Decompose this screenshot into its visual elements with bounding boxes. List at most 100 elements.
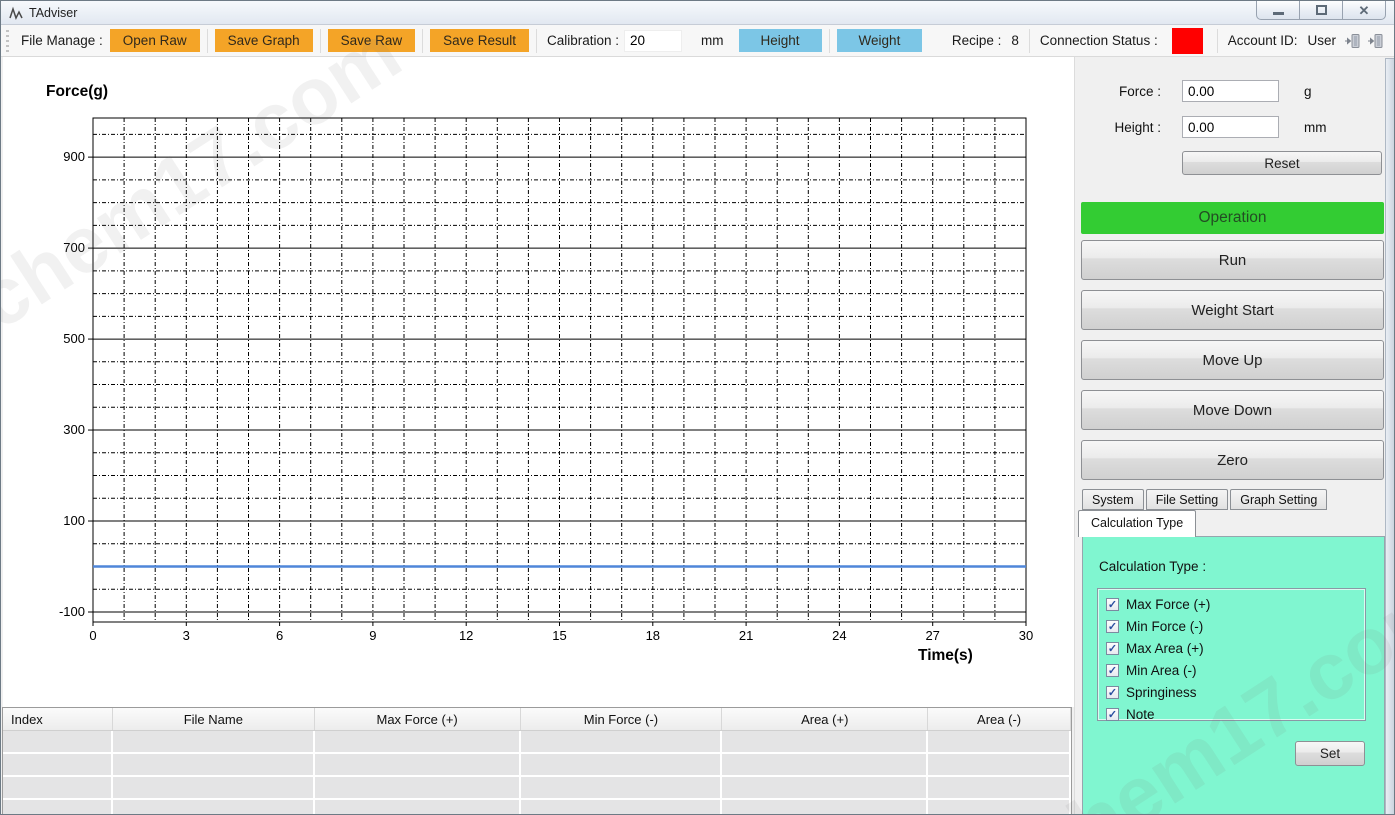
- close-icon: ✕: [1359, 4, 1370, 17]
- svg-text:6: 6: [276, 628, 283, 643]
- results-table: IndexFile NameMax Force (+)Min Force (-)…: [2, 707, 1072, 815]
- checkbox-label: Max Area (+): [1126, 641, 1204, 656]
- calc-option-min-force[interactable]: ✓ Min Force (-): [1106, 615, 1365, 637]
- table-cell: [3, 800, 113, 815]
- svg-text:300: 300: [63, 422, 85, 437]
- table-cell: [928, 731, 1071, 752]
- toolbar-button-save-graph[interactable]: Save Graph: [215, 29, 313, 52]
- svg-text:3: 3: [183, 628, 190, 643]
- calculation-type-label: Calculation Type :: [1099, 559, 1206, 574]
- checkbox-label: Max Force (+): [1126, 597, 1210, 612]
- column-header-area: Area (+): [722, 708, 928, 730]
- svg-text:27: 27: [925, 628, 939, 643]
- toolbar-separator: [1217, 29, 1218, 53]
- calc-option-max-area[interactable]: ✓ Max Area (+): [1106, 637, 1365, 659]
- calc-option-min-area[interactable]: ✓ Min Area (-): [1106, 659, 1365, 681]
- checkbox-springiness[interactable]: ✓: [1106, 686, 1119, 699]
- table-cell: [722, 777, 928, 798]
- calc-option-springiness[interactable]: ✓Springiness: [1106, 681, 1365, 703]
- table-cell: [722, 754, 928, 775]
- calibration-label: Calibration :: [547, 33, 619, 48]
- calculation-options-list: ✓ Max Force (+) ✓ Min Force (-) ✓ Max Area (+…: [1097, 588, 1366, 721]
- app-window: TAdviser ✕ File Manage : Open RawSave Gr…: [0, 0, 1395, 815]
- table-row: [3, 800, 1071, 815]
- table-cell: [3, 731, 113, 752]
- svg-text:700: 700: [63, 240, 85, 255]
- toolbar-orange-buttons: Open Raw Save Graph Save Raw Save Result: [108, 29, 531, 53]
- toolbar-button-save-result[interactable]: Save Result: [430, 29, 529, 52]
- titlebar: TAdviser ✕: [1, 1, 1394, 25]
- toolbar-blue-buttons: Height Weight: [737, 29, 925, 53]
- window-title: TAdviser: [29, 6, 77, 20]
- toolbar-separator: [829, 29, 830, 53]
- table-cell: [722, 731, 928, 752]
- svg-text:0: 0: [89, 628, 96, 643]
- svg-text:24: 24: [832, 628, 846, 643]
- table-cell: [315, 800, 521, 815]
- table-cell: [113, 731, 315, 752]
- maximize-button[interactable]: [1299, 1, 1343, 20]
- toolbar-grip-icon: [6, 30, 9, 52]
- table-cell: [113, 800, 315, 815]
- toolbar-separator: [422, 29, 423, 53]
- right-scrollbar[interactable]: [1385, 58, 1395, 815]
- svg-text:18: 18: [646, 628, 660, 643]
- calc-option-note[interactable]: ✓Note: [1106, 703, 1365, 725]
- weight-start-button[interactable]: Weight Start: [1081, 290, 1384, 330]
- svg-text:30: 30: [1019, 628, 1033, 643]
- toolbar-button-open-raw[interactable]: Open Raw: [110, 29, 200, 52]
- tab-calculation-type[interactable]: Calculation Type: [1078, 510, 1196, 537]
- height-unit: mm: [1304, 120, 1327, 135]
- connection-status-indicator: [1172, 28, 1203, 54]
- toolbar-separator: [320, 29, 321, 53]
- table-cell: [521, 777, 723, 798]
- recipe-label: Recipe :: [952, 33, 1002, 48]
- calibration-input[interactable]: [624, 30, 682, 52]
- tab-file-setting[interactable]: File Setting: [1146, 489, 1229, 510]
- tab-system[interactable]: System: [1082, 489, 1144, 510]
- move-up-button[interactable]: Move Up: [1081, 340, 1384, 380]
- svg-text:500: 500: [63, 331, 85, 346]
- checkbox-note[interactable]: ✓: [1106, 708, 1119, 721]
- column-header-area: Area (-): [928, 708, 1071, 730]
- table-cell: [315, 731, 521, 752]
- checkbox-min-force[interactable]: ✓: [1106, 620, 1119, 633]
- toolbar-button-weight[interactable]: Weight: [837, 29, 923, 52]
- reset-button[interactable]: Reset: [1182, 151, 1382, 175]
- height-input[interactable]: [1182, 116, 1279, 138]
- login-icon[interactable]: [1344, 33, 1361, 49]
- run-button[interactable]: Run: [1081, 240, 1384, 280]
- recipe-value: 8: [1011, 33, 1019, 48]
- logout-icon[interactable]: [1367, 33, 1384, 49]
- checkbox-label: Min Area (-): [1126, 663, 1197, 678]
- checkbox-max-area[interactable]: ✓: [1106, 642, 1119, 655]
- force-input[interactable]: [1182, 80, 1279, 102]
- checkbox-min-area[interactable]: ✓: [1106, 664, 1119, 677]
- tab-graph-setting[interactable]: Graph Setting: [1230, 489, 1327, 510]
- table-cell: [521, 731, 723, 752]
- calc-option-max-force[interactable]: ✓ Max Force (+): [1106, 593, 1365, 615]
- column-header-index: Index: [3, 708, 113, 730]
- zero-button[interactable]: Zero: [1081, 440, 1384, 480]
- calculation-type-panel: Calculation Type : ✓ Max Force (+) ✓ Min Fo…: [1082, 536, 1385, 815]
- checkbox-max-force[interactable]: ✓: [1106, 598, 1119, 611]
- toolbar-button-save-raw[interactable]: Save Raw: [328, 29, 416, 52]
- table-cell: [928, 777, 1071, 798]
- settings-tabs: SystemFile SettingGraph Setting: [1082, 489, 1329, 510]
- height-label: Height :: [1061, 120, 1161, 135]
- connection-status-label: Connection Status :: [1040, 33, 1158, 48]
- checkbox-label: Min Force (-): [1126, 619, 1203, 634]
- svg-text:900: 900: [63, 149, 85, 164]
- toolbar-button-height[interactable]: Height: [739, 29, 822, 52]
- table-row: [3, 754, 1071, 775]
- move-down-button[interactable]: Move Down: [1081, 390, 1384, 430]
- window-controls: ✕: [1257, 1, 1386, 20]
- close-button[interactable]: ✕: [1342, 1, 1386, 20]
- toolbar: File Manage : Open RawSave GraphSave Raw…: [1, 25, 1394, 57]
- y-axis-title: Force(g): [46, 83, 108, 101]
- operation-buttons: Run Weight Start Move Up Move Down Zero: [1081, 240, 1384, 490]
- set-button[interactable]: Set: [1295, 741, 1365, 766]
- minimize-button[interactable]: [1256, 1, 1300, 20]
- toolbar-separator: [207, 29, 208, 53]
- table-cell: [315, 777, 521, 798]
